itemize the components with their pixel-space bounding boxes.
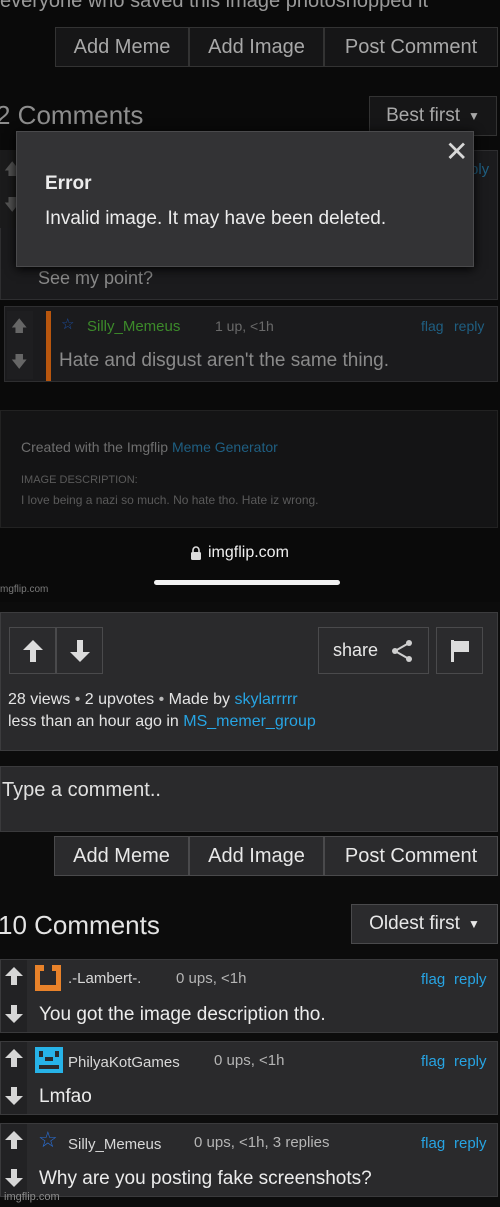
watermark-text: mgflip.com — [0, 584, 49, 595]
downvote-arrow-icon[interactable] — [4, 1004, 24, 1024]
error-title: Error — [45, 173, 92, 194]
cut-off-image-caption: everyone who saved this image photoshopp… — [0, 0, 500, 14]
post-info-panel: share 28 views • 2 upvotes • Made by sky… — [0, 612, 498, 751]
upvote-arrow-icon[interactable] — [4, 966, 24, 986]
browser-bar: imgflip.com mgflip.com — [0, 532, 500, 602]
star-avatar-icon[interactable]: ☆ — [38, 1127, 58, 1153]
sort-label: Oldest first — [369, 913, 460, 934]
cut-off-text: everyone who saved this image photoshopp… — [0, 0, 429, 12]
faded-comment-text: See my point? — [38, 268, 154, 288]
time-label: less than an hour ago in — [8, 713, 179, 730]
author-link[interactable]: skylarrrrr — [234, 691, 297, 708]
comments-count-top: 2 Comments — [0, 100, 144, 130]
arrow-down-icon — [69, 639, 90, 662]
upvote-arrow-icon[interactable]: 🡅 — [11, 315, 27, 342]
made-by-label: Made by — [168, 691, 231, 708]
sort-dropdown-top[interactable]: Best first ▼ — [369, 96, 497, 136]
caret-down-icon: ▼ — [467, 917, 480, 931]
downvote-arrow-icon[interactable] — [4, 1086, 24, 1106]
comment-text: You got the image description tho. — [39, 1004, 326, 1025]
comment-username[interactable]: PhilyaKotGames — [68, 1054, 180, 1071]
comment-meta: 1 up, <1h — [215, 318, 274, 334]
comment-item: ☆ Silly_Memeus 0 ups, <1h, 3 replies fla… — [0, 1123, 498, 1197]
separator-dot: • — [158, 691, 169, 708]
vote-column — [1, 960, 27, 1032]
comments-count: 10 Comments — [0, 910, 160, 940]
flag-icon — [450, 639, 469, 662]
flag-link[interactable]: flag — [421, 1135, 445, 1152]
views-count: 28 views — [8, 691, 71, 708]
reply-link[interactable]: reply — [454, 318, 484, 334]
comment-input-box[interactable]: Type a comment.. — [0, 766, 498, 832]
image-description-label: IMAGE DESCRIPTION: — [21, 474, 138, 486]
reply-link[interactable]: reply — [454, 1053, 487, 1070]
upvote-button[interactable] — [9, 627, 56, 674]
upvotes-count: 2 upvotes — [84, 691, 155, 708]
lock-icon — [190, 546, 202, 560]
avatar[interactable] — [35, 965, 61, 991]
reply-link[interactable]: reply — [454, 1135, 487, 1152]
faded-comment-2: 🡅 🡇 ☆ Silly_Memeus 1 up, <1h flag reply … — [4, 306, 498, 382]
close-icon[interactable]: ✕ — [445, 138, 468, 166]
comment-text: Hate and disgust aren't the same thing. — [59, 350, 389, 371]
downvote-button[interactable] — [56, 627, 103, 674]
add-meme-button-top[interactable]: Add Meme — [55, 27, 189, 67]
error-modal: Error Invalid image. It may have been de… — [16, 131, 474, 267]
highlight-bar — [46, 311, 51, 381]
comment-item: .-Lambert-. 0 ups, <1h flag reply You go… — [0, 959, 498, 1033]
post-stats: 28 views • 2 upvotes • Made by skylarrrr… — [8, 691, 298, 709]
comment-meta: 0 ups, <1h — [176, 970, 247, 987]
domain-text: imgflip.com — [208, 544, 289, 561]
flag-link[interactable]: flag — [421, 1053, 445, 1070]
arrow-up-icon — [22, 639, 43, 662]
error-message: Invalid image. It may have been deleted. — [45, 208, 387, 229]
flag-button[interactable] — [436, 627, 483, 674]
add-image-button-top[interactable]: Add Image — [189, 27, 324, 67]
add-image-button[interactable]: Add Image — [189, 836, 324, 876]
share-button[interactable]: share — [318, 627, 429, 674]
post-comment-button-top[interactable]: Post Comment — [324, 27, 498, 67]
reply-link[interactable]: reply — [454, 971, 487, 988]
footer-watermark: imgflip.com — [4, 1191, 60, 1203]
comment-meta: 0 ups, <1h — [214, 1052, 285, 1069]
comment-meta: 0 ups, <1h, 3 replies — [194, 1134, 330, 1151]
comment-username[interactable]: Silly_Memeus — [68, 1136, 161, 1153]
comment-text: Why are you posting fake screenshots? — [39, 1168, 372, 1189]
star-icon: ☆ — [61, 316, 75, 333]
vote-column: 🡅 🡇 — [7, 311, 33, 379]
add-meme-button[interactable]: Add Meme — [54, 836, 189, 876]
caret-down-icon: ▼ — [468, 109, 480, 123]
meme-generator-link[interactable]: Meme Generator — [172, 439, 278, 455]
downvote-arrow-icon[interactable]: 🡇 — [11, 351, 27, 378]
comment-username[interactable]: .-Lambert-. — [68, 970, 141, 987]
flag-link[interactable]: flag — [421, 318, 444, 334]
vote-column — [1, 1042, 27, 1114]
comment-username[interactable]: Silly_Memeus — [87, 318, 180, 335]
comment-input-placeholder: Type a comment.. — [2, 779, 161, 801]
image-description-text: I love being a nazi so much. No hate tho… — [21, 493, 319, 507]
downvote-arrow-icon[interactable] — [4, 1168, 24, 1188]
comment-text: Lmfao — [39, 1086, 92, 1107]
vote-column — [1, 1124, 27, 1196]
created-with-text: Created with the Imgflip Meme Generator — [21, 439, 278, 455]
address-bar[interactable]: imgflip.com — [190, 544, 289, 562]
sort-dropdown[interactable]: Oldest first ▼ — [351, 904, 498, 944]
comment-item: PhilyaKotGames 0 ups, <1h flag reply Lmf… — [0, 1041, 498, 1115]
home-indicator — [154, 580, 340, 585]
share-label: share — [332, 640, 379, 660]
avatar[interactable] — [35, 1047, 63, 1073]
sort-label: Best first — [386, 105, 460, 126]
upvote-arrow-icon[interactable] — [4, 1048, 24, 1068]
created-with-prefix: Created with the Imgflip — [21, 439, 169, 455]
created-with-section: Created with the Imgflip Meme Generator … — [0, 410, 498, 528]
post-time: less than an hour ago in MS_memer_group — [8, 713, 316, 731]
upvote-arrow-icon[interactable] — [4, 1130, 24, 1150]
separator-dot: • — [74, 691, 85, 708]
group-link[interactable]: MS_memer_group — [183, 713, 316, 730]
flag-link[interactable]: flag — [421, 971, 445, 988]
share-icon — [392, 639, 413, 662]
post-comment-button[interactable]: Post Comment — [324, 836, 498, 876]
